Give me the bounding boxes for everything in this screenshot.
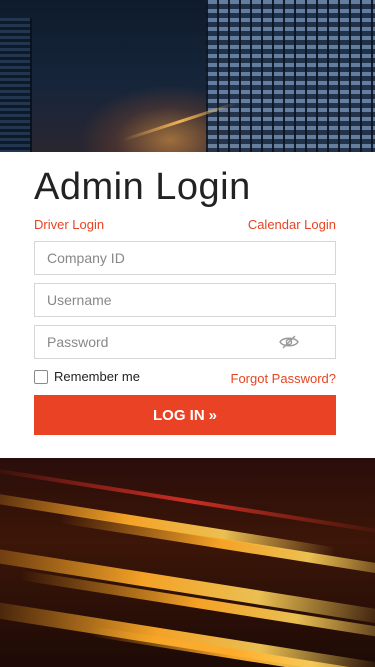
calendar-login-link[interactable]: Calendar Login [248, 217, 336, 232]
remember-me-toggle[interactable]: Remember me [34, 369, 140, 384]
background-tower-right [206, 0, 375, 152]
eye-slash-icon[interactable] [279, 334, 299, 350]
page-title: Admin Login [34, 166, 251, 208]
company-id-input[interactable] [35, 242, 335, 274]
remember-me-label: Remember me [54, 369, 140, 384]
double-chevron-right-icon: » [208, 406, 217, 424]
forgot-password-link[interactable]: Forgot Password? [231, 371, 337, 386]
login-button[interactable]: LOG IN » [34, 395, 336, 435]
username-input[interactable] [35, 284, 335, 316]
background-road-lights-image [0, 458, 375, 667]
login-button-label: LOG IN [152, 406, 205, 424]
password-field [34, 325, 336, 359]
background-tower-left [0, 18, 32, 152]
driver-login-link[interactable]: Driver Login [34, 217, 104, 232]
background-city-image [0, 0, 375, 152]
company-id-field [34, 241, 336, 275]
login-card: Admin Login Driver Login Calendar Login … [0, 152, 375, 458]
remember-me-checkbox[interactable] [34, 369, 48, 384]
username-field [34, 283, 336, 317]
